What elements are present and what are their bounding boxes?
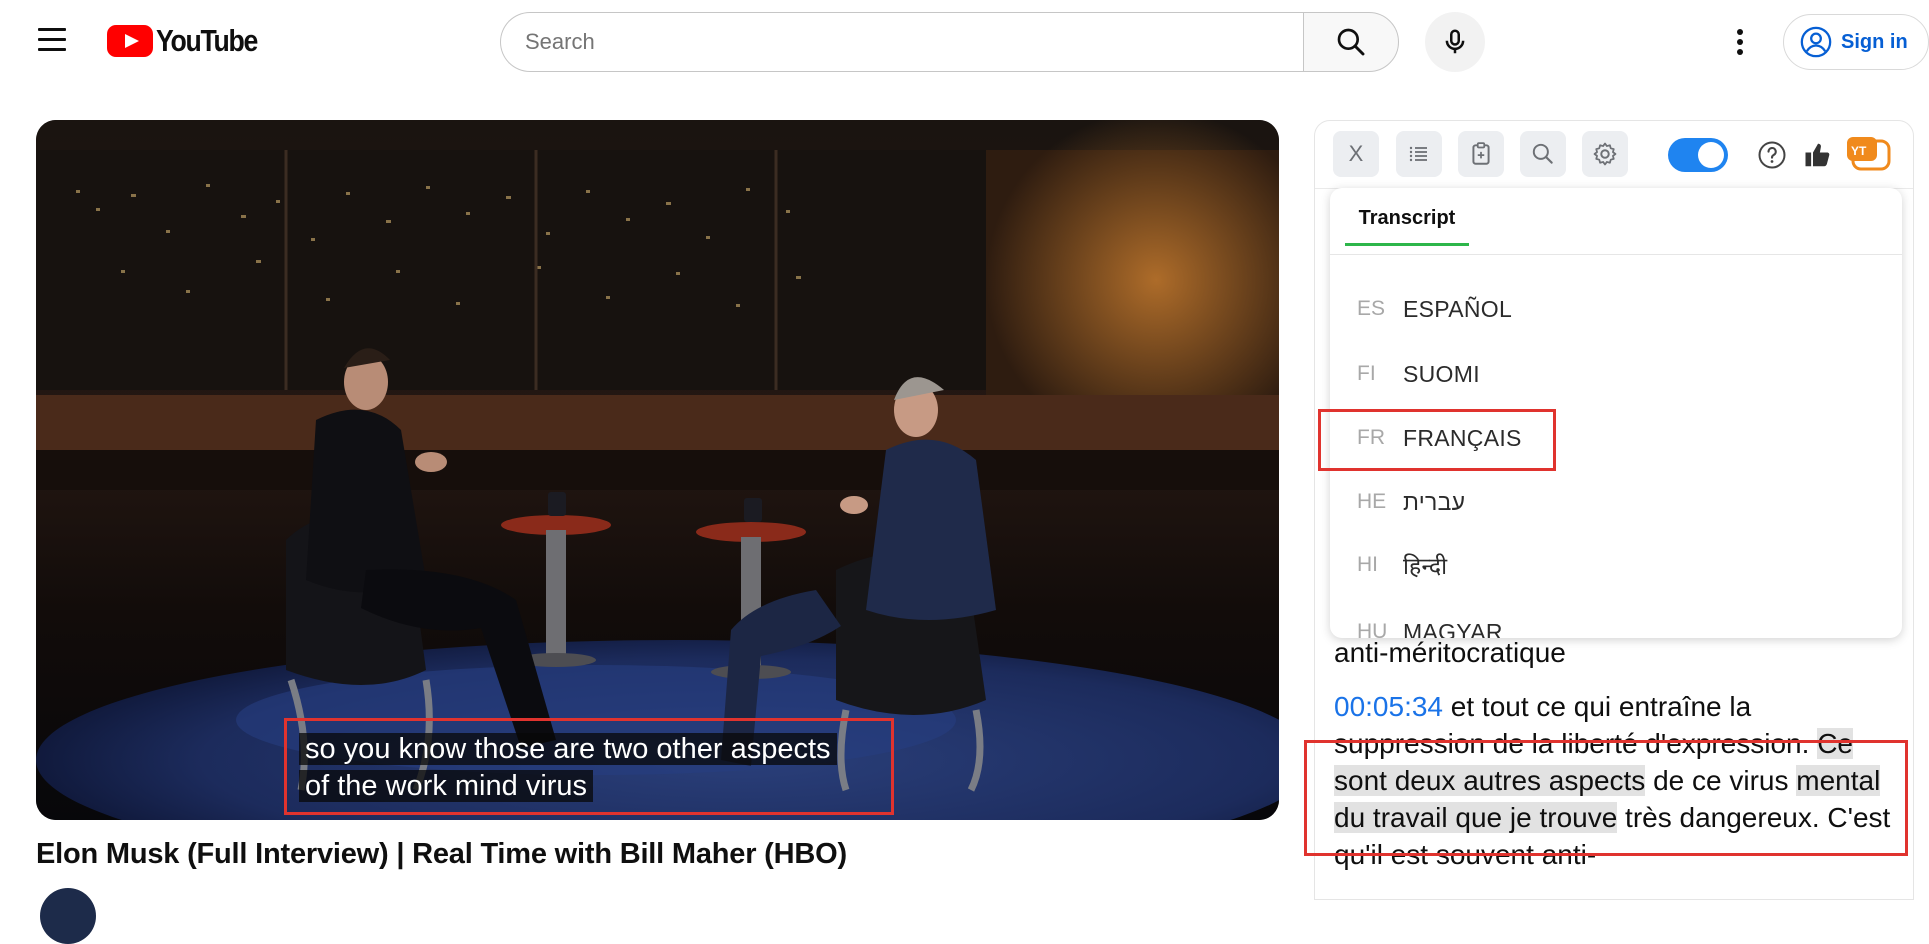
help-icon[interactable] [1756,139,1788,171]
language-highlight-box [1318,409,1556,471]
language-name: MAGYAR [1403,618,1503,639]
copy-button[interactable] [1458,131,1504,177]
language-option-he[interactable]: HE עברית [1357,482,1465,522]
video-frame [36,120,1279,820]
thumbs-up-icon[interactable] [1802,139,1834,171]
language-code: FI [1357,362,1376,385]
voice-search-button[interactable] [1425,12,1485,72]
search-input[interactable] [501,13,1303,71]
settings-button[interactable] [1582,131,1628,177]
list-button[interactable] [1396,131,1442,177]
close-label: X [1348,141,1364,166]
menu-icon[interactable] [38,28,68,56]
language-code: HE [1357,490,1387,513]
video-title: Elon Musk (Full Interview) | Real Time w… [36,838,847,870]
channel-avatar[interactable] [40,888,96,944]
language-option-fi[interactable]: FI SUOMI [1357,354,1480,394]
language-option-es[interactable]: ES ESPAÑOL [1357,289,1512,329]
tab-transcript[interactable]: Transcript [1345,204,1469,246]
extension-toolbar: X YT [1315,121,1913,189]
language-code: ES [1357,297,1386,320]
sign-in-button[interactable]: Sign in [1783,14,1929,70]
caption-highlight-box [284,718,894,815]
search-button[interactable] [1303,12,1399,72]
sign-in-label: Sign in [1841,30,1908,53]
top-bar: YouTube Sign in [0,0,1929,84]
settings-icon [1593,142,1617,166]
ytai-icon[interactable]: YT [1845,133,1893,175]
close-button[interactable]: X [1333,131,1379,177]
search-transcript-button[interactable] [1520,131,1566,177]
svg-text:YT: YT [1851,144,1867,158]
list-icon [1409,146,1427,162]
video-player[interactable] [36,120,1279,820]
youtube-play-icon [107,25,153,57]
youtube-logo[interactable]: YouTube [107,23,274,58]
language-name: हिन्दी [1403,553,1448,579]
divider [1330,254,1902,255]
copy-icon [1472,142,1490,165]
language-name: ESPAÑOL [1403,295,1513,322]
language-option-hu[interactable]: HU MAGYAR [1357,612,1503,639]
search-box [500,12,1303,72]
youtube-wordmark: YouTube [156,23,258,58]
transcript-timestamp[interactable]: 00:05:34 [1334,691,1443,722]
language-code: HU [1357,620,1388,638]
transcript-highlight-box [1304,740,1908,856]
language-option-hi[interactable]: HI हिन्दी [1357,545,1447,585]
language-name: עברית [1403,488,1466,515]
search-icon [1532,143,1553,164]
language-name: SUOMI [1403,360,1480,387]
transcript-prev-line: anti-méritocratique [1334,637,1566,668]
enable-toggle[interactable] [1668,138,1728,172]
language-code: HI [1357,553,1378,576]
more-vert-icon[interactable] [1728,24,1752,60]
mic-icon [1445,29,1465,54]
search-icon [1337,28,1365,56]
account-icon [1800,26,1832,58]
